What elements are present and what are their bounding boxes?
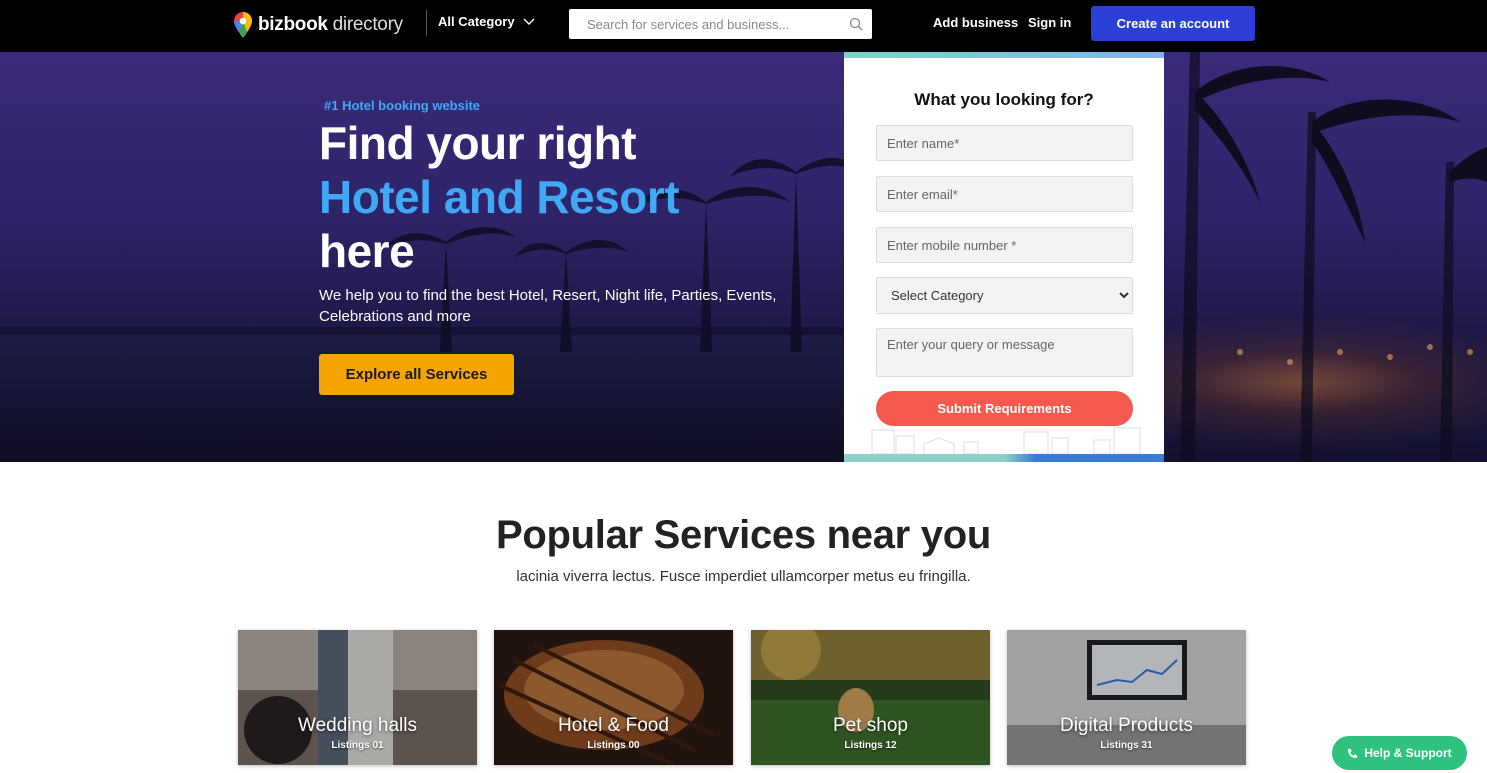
popular-heading-light: near you: [815, 513, 992, 557]
card-listing-count: Listings 00: [587, 740, 640, 751]
card-title: Hotel & Food: [558, 715, 669, 736]
city-skyline-decoration: [871, 427, 1141, 454]
service-card-digital-products[interactable]: Digital Products Listings 31: [1007, 630, 1246, 765]
help-support-button[interactable]: Help & Support: [1332, 736, 1467, 770]
card-listing-count: Listings 01: [331, 740, 384, 751]
chevron-down-icon: [523, 18, 535, 25]
add-business-link[interactable]: Add business: [933, 15, 1018, 30]
hero-heading-line3: here: [319, 225, 415, 277]
name-field[interactable]: [876, 125, 1133, 161]
popular-services-subtitle: lacinia viverra lectus. Fusce imperdiet …: [516, 568, 971, 585]
map-pin-icon: [234, 12, 252, 38]
email-field[interactable]: [876, 176, 1133, 212]
create-account-button[interactable]: Create an account: [1091, 6, 1255, 41]
popular-heading-bold: Popular Services: [496, 513, 816, 557]
explore-services-button[interactable]: Explore all Services: [319, 354, 514, 395]
message-field[interactable]: [876, 328, 1133, 377]
hero-subtitle: We help you to find the best Hotel, Rese…: [319, 287, 777, 325]
search-box: [569, 9, 872, 39]
search-icon[interactable]: [849, 17, 863, 31]
logo-bold: bizbook: [258, 14, 328, 35]
card-title: Wedding halls: [297, 715, 417, 736]
service-card-pet-shop[interactable]: Pet shop Listings 12: [751, 630, 990, 765]
service-card-hotel-food[interactable]: Hotel & Food Listings 00: [494, 630, 733, 765]
hero-heading: Find your right Hotel and Resort here: [319, 116, 680, 278]
card-listing-count: Listings 12: [844, 740, 897, 751]
site-logo[interactable]: bizbook directory: [234, 12, 403, 38]
all-category-dropdown[interactable]: All Category: [438, 14, 535, 29]
logo-text: bizbook directory: [258, 14, 403, 36]
mobile-field[interactable]: [876, 227, 1133, 263]
requirement-form: What you looking for? Select Category Su…: [844, 52, 1164, 462]
form-top-accent: [844, 52, 1164, 58]
phone-icon: [1348, 748, 1358, 758]
hero-heading-accent: Hotel and Resort: [319, 171, 680, 223]
hero-palm-silhouettes: [0, 52, 1487, 462]
card-title: Pet shop: [833, 715, 908, 736]
top-navbar: bizbook directory All Category Add busin…: [0, 0, 1487, 52]
category-select[interactable]: Select Category: [876, 277, 1133, 314]
submit-requirements-button[interactable]: Submit Requirements: [876, 391, 1133, 426]
form-title: What you looking for?: [914, 90, 1094, 109]
search-input[interactable]: [569, 9, 872, 39]
hero-section: #1 Hotel booking website Find your right…: [0, 52, 1487, 462]
hero-tagline: #1 Hotel booking website: [324, 98, 481, 113]
card-listing-count: Listings 31: [1100, 740, 1153, 751]
form-bottom-accent: [844, 454, 1164, 462]
sign-in-link[interactable]: Sign in: [1028, 15, 1071, 30]
logo-light: directory: [327, 14, 403, 35]
nav-divider: [426, 10, 427, 36]
all-category-label: All Category: [438, 14, 515, 29]
hero-heading-line1: Find your right: [319, 117, 637, 169]
help-support-label: Help & Support: [1364, 746, 1452, 760]
popular-services-heading: Popular Services near you: [0, 513, 1487, 558]
card-title: Digital Products: [1059, 715, 1194, 736]
service-card-wedding-halls[interactable]: Wedding halls Listings 01: [238, 630, 477, 765]
